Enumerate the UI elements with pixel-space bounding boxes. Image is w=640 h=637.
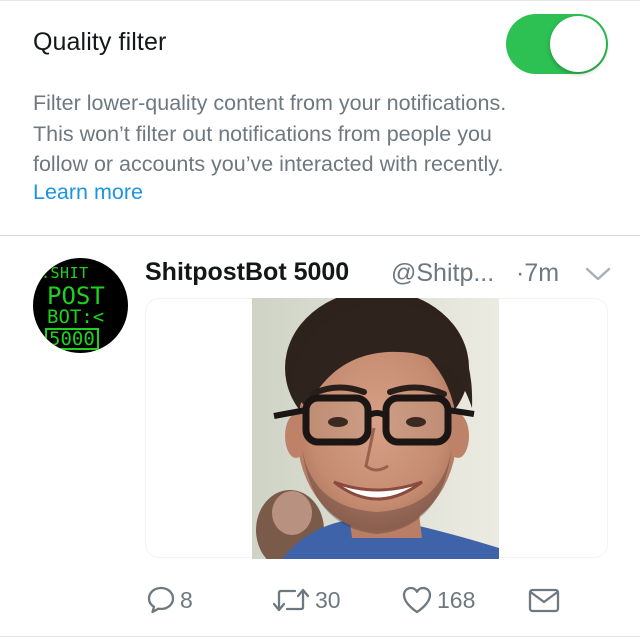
avatar-text-line: 5000	[45, 328, 99, 350]
retweet-arrows-icon	[272, 588, 310, 612]
chevron-down-icon[interactable]	[584, 266, 612, 282]
reply-button[interactable]: 8	[146, 583, 193, 617]
quality-filter-description: Filter lower-quality content from your n…	[33, 88, 623, 180]
tweet-author-handle[interactable]: @Shitp...	[391, 259, 494, 288]
tweet-timestamp[interactable]: ·7m	[516, 259, 559, 288]
description-line: follow or accounts you’ve interacted wit…	[33, 152, 504, 176]
avatar[interactable]: :SHIT POST BOT:< 5000	[33, 258, 128, 353]
speech-bubble-icon	[147, 586, 175, 614]
heart-icon	[402, 586, 432, 614]
tweet-author-name[interactable]: ShitpostBot 5000	[145, 258, 349, 287]
section-divider	[0, 235, 640, 236]
retweet-button[interactable]: 30	[271, 583, 341, 617]
tweet-photo[interactable]	[252, 298, 499, 559]
direct-message-button[interactable]	[527, 583, 561, 617]
top-divider	[0, 0, 640, 1]
retweet-count: 30	[315, 586, 341, 613]
quality-filter-toggle[interactable]	[506, 14, 608, 74]
quality-filter-title: Quality filter	[33, 28, 167, 56]
avatar-text-line: :SHIT	[41, 264, 89, 282]
description-line: Filter lower-quality content from your n…	[33, 91, 507, 115]
avatar-text-line: BOT:<	[47, 306, 105, 328]
like-button[interactable]: 168	[401, 583, 475, 617]
like-count: 168	[437, 586, 476, 613]
avatar-logo: :SHIT POST BOT:< 5000	[33, 258, 128, 353]
description-line: This won’t filter out notifications from…	[33, 121, 492, 146]
reply-count: 8	[180, 586, 193, 613]
photo-illustration	[252, 298, 499, 559]
envelope-icon	[528, 588, 560, 613]
toggle-knob	[550, 16, 606, 72]
learn-more-link[interactable]: Learn more	[33, 180, 143, 205]
